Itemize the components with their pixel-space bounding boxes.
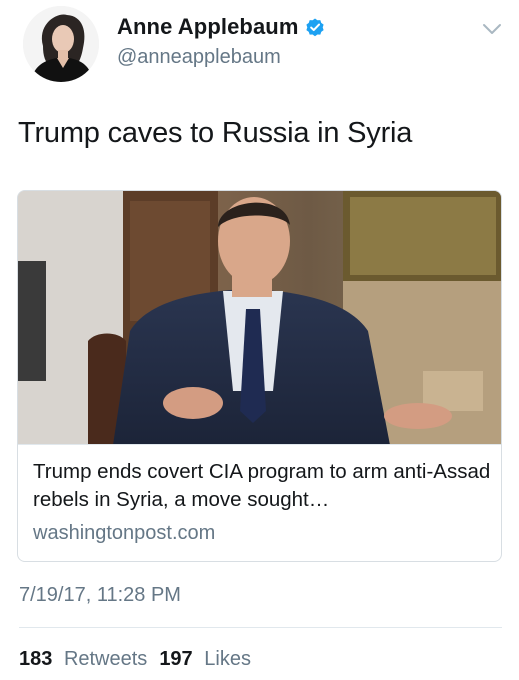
name-row: Anne Applebaum [117, 14, 326, 40]
link-card[interactable]: Trump ends covert CIA program to arm ant… [17, 190, 502, 562]
tweet-stats: 183 Retweets 197 Likes [19, 648, 263, 671]
retweets-stat[interactable]: 183 Retweets [19, 648, 147, 671]
card-domain[interactable]: washingtonpost.com [33, 522, 488, 545]
tweet-header: Anne Applebaum @anneapplebaum [0, 0, 519, 100]
card-title[interactable]: Trump ends covert CIA program to arm ant… [33, 458, 493, 514]
divider [19, 627, 502, 628]
likes-stat[interactable]: 197 Likes [159, 648, 251, 671]
tweet-text: Trump caves to Russia in Syria [18, 117, 413, 149]
display-name[interactable]: Anne Applebaum [117, 14, 298, 40]
likes-label: Likes [204, 648, 251, 670]
user-handle[interactable]: @anneapplebaum [117, 46, 281, 69]
avatar[interactable] [23, 6, 99, 82]
retweets-label: Retweets [63, 648, 148, 670]
card-body: Trump ends covert CIA program to arm ant… [18, 446, 501, 545]
chevron-down-icon[interactable] [481, 21, 503, 37]
card-image [18, 191, 501, 445]
likes-count: 197 [159, 648, 193, 670]
verified-badge-icon [306, 18, 325, 37]
retweets-count: 183 [19, 648, 53, 670]
tweet-timestamp[interactable]: 7/19/17, 11:28 PM [19, 584, 181, 607]
